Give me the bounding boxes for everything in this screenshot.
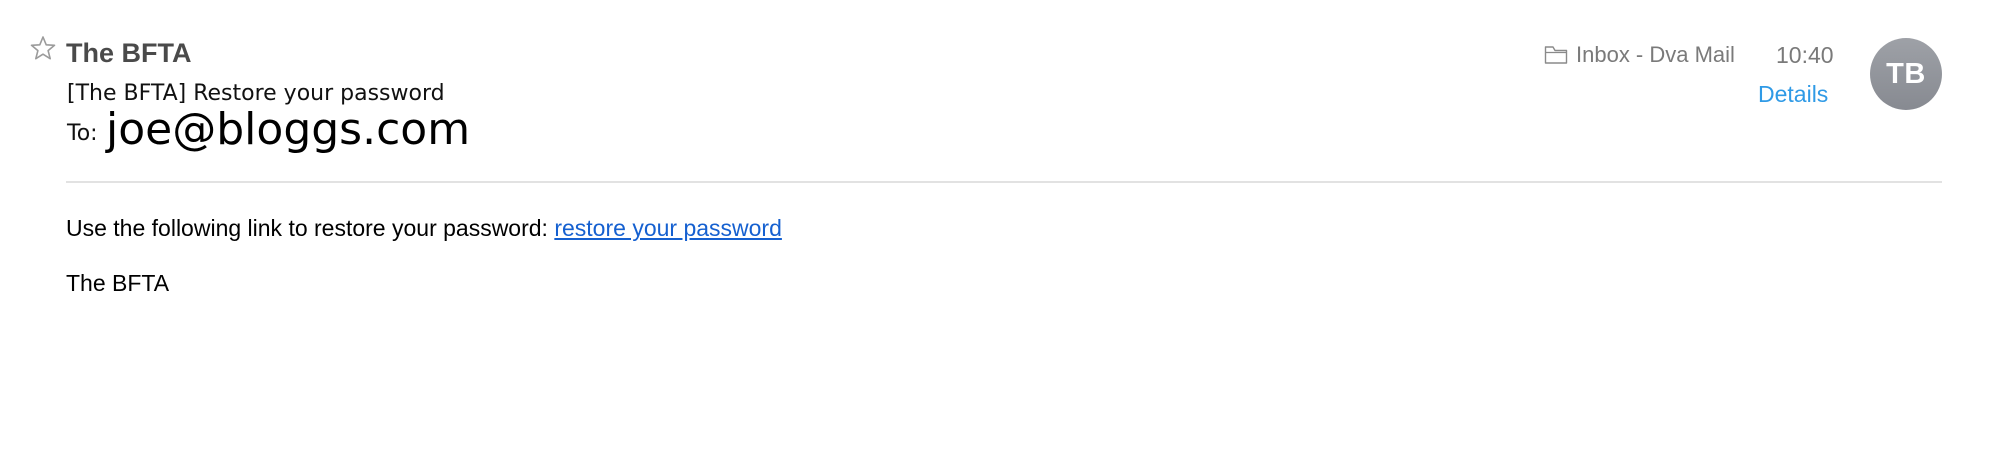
recipient-address: joe@bloggs.com xyxy=(106,104,471,155)
star-icon[interactable] xyxy=(30,35,56,61)
header-divider xyxy=(66,181,1942,183)
details-link[interactable]: Details xyxy=(1758,79,1828,109)
restore-password-link[interactable]: restore your password xyxy=(554,215,782,241)
recipient-row: To: joe@bloggs.com xyxy=(67,104,471,155)
signature: The BFTA xyxy=(66,270,170,296)
mailbox-location: Inbox - Dva Mail xyxy=(1544,41,1735,69)
received-time: 10:40 xyxy=(1776,42,1834,68)
body-paragraph: Use the following link to restore your p… xyxy=(66,213,782,243)
avatar: TB xyxy=(1870,38,1942,110)
mailbox-label: Inbox - Dva Mail xyxy=(1576,42,1735,67)
avatar-initials: TB xyxy=(1886,57,1926,90)
to-label: To: xyxy=(67,121,98,146)
sender-name: The BFTA xyxy=(66,38,192,68)
body-text: Use the following link to restore your p… xyxy=(66,215,555,241)
folder-icon xyxy=(1544,45,1568,65)
